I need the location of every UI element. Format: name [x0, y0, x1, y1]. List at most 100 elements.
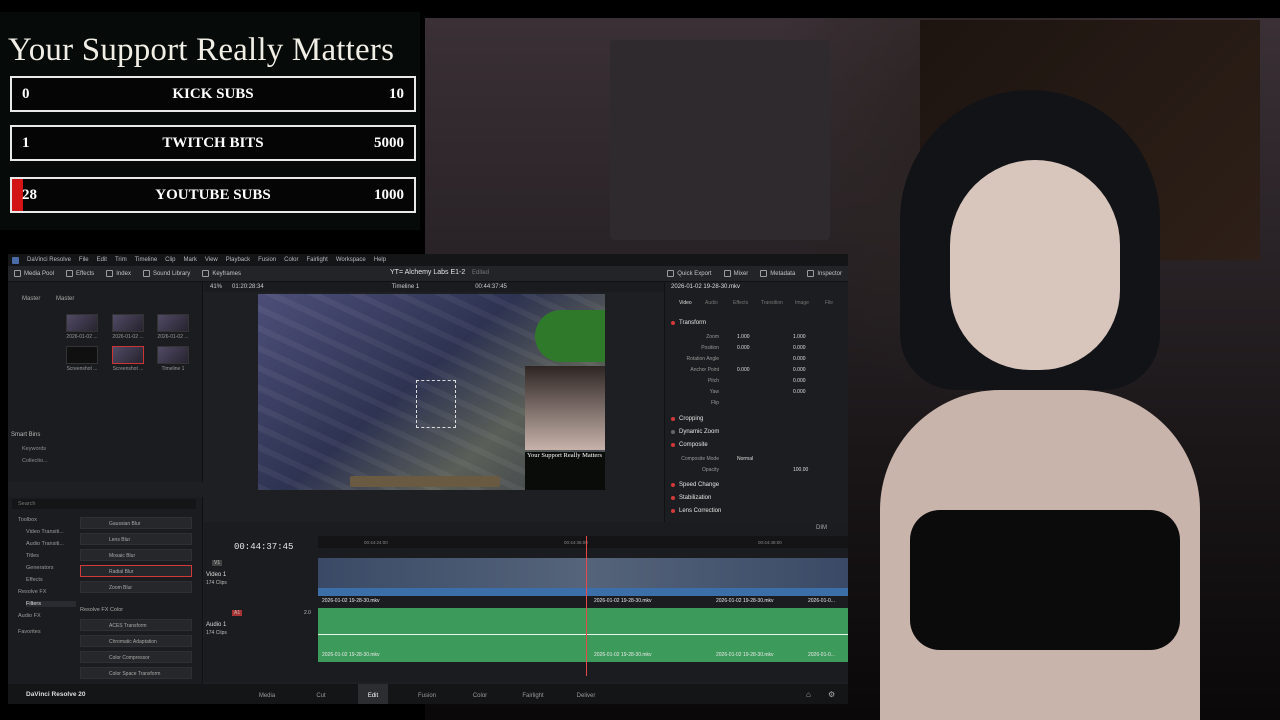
enable-dot[interactable] — [671, 417, 675, 421]
video-track-id[interactable]: V1 — [212, 560, 223, 566]
page-fairlight[interactable]: Fairlight — [518, 693, 548, 699]
app-icon[interactable] — [12, 256, 19, 264]
menu-help[interactable]: Help — [374, 257, 386, 263]
fx-item[interactable]: Color Space Transform — [80, 667, 192, 679]
param-value-x[interactable]: 1.000 — [737, 334, 750, 340]
smart-bin-collections[interactable]: Collectio... — [22, 458, 48, 464]
viewer-zoom[interactable]: 41% — [210, 284, 222, 290]
bin-master-tab[interactable]: Master — [22, 296, 40, 302]
fx-category[interactable]: Toolbox — [18, 517, 37, 523]
effects-button[interactable]: Effects — [60, 270, 100, 277]
menu-playback[interactable]: Playback — [226, 257, 250, 263]
fx-item[interactable]: Gaussian Blur — [80, 517, 192, 529]
page-edit[interactable]: Edit — [358, 684, 388, 704]
fx-category[interactable]: Resolve FX — [18, 589, 46, 595]
page-cut[interactable]: Cut — [306, 693, 336, 699]
param-value-y[interactable]: 0.000 — [793, 345, 806, 351]
video-track[interactable]: 2026-01-02 19-28-30.mkv 2026-01-02 19-28… — [318, 558, 848, 604]
fx-category-selected[interactable]: Filters — [26, 601, 76, 607]
fx-item[interactable]: Color Compressor — [80, 651, 192, 663]
bin-master-path[interactable]: Master — [56, 296, 74, 302]
menu-clip[interactable]: Clip — [165, 257, 175, 263]
enable-dot[interactable] — [671, 430, 675, 434]
menu-mark[interactable]: Mark — [184, 257, 197, 263]
fx-category[interactable]: Audio Transiti... — [26, 541, 64, 547]
section-speed-change[interactable]: Speed Change — [671, 482, 719, 488]
viewer-timeline-name[interactable]: Timeline 1 — [392, 284, 419, 290]
gear-icon[interactable]: ⚙ — [828, 690, 835, 699]
inspector-tab-file[interactable]: File — [825, 300, 833, 306]
smart-bin-keywords[interactable]: Keywords — [22, 446, 46, 452]
menu-fusion[interactable]: Fusion — [258, 257, 276, 263]
menu-color[interactable]: Color — [284, 257, 298, 263]
section-stabilization[interactable]: Stabilization — [671, 495, 711, 501]
inspector-tab-video[interactable]: Video — [679, 300, 692, 306]
inspector-tab-image[interactable]: Image — [795, 300, 809, 306]
metadata-button[interactable]: Metadata — [754, 270, 801, 277]
fx-item[interactable]: Zoom Blur — [80, 581, 192, 593]
section-cropping[interactable]: Cropping — [671, 416, 703, 422]
keyframes-button[interactable]: Keyframes — [196, 270, 247, 277]
param-value-y[interactable]: 0.000 — [793, 367, 806, 373]
menu-app[interactable]: DaVinci Resolve — [27, 257, 71, 263]
menu-edit[interactable]: Edit — [97, 257, 107, 263]
index-button[interactable]: Index — [100, 270, 137, 277]
param-value[interactable]: 0.000 — [793, 389, 806, 395]
menu-workspace[interactable]: Workspace — [336, 257, 366, 263]
timeline-ruler[interactable]: 00:44:24:00 00:44:36:00 00:44:48:00 — [318, 536, 848, 548]
enable-dot[interactable] — [671, 321, 675, 325]
effects-search-input[interactable]: Search — [12, 499, 196, 509]
enable-dot[interactable] — [671, 443, 675, 447]
audio-track-id[interactable]: A1 — [232, 610, 243, 616]
media-pool-button[interactable]: Media Pool — [8, 270, 60, 277]
param-value-x[interactable]: 0.000 — [737, 345, 750, 351]
page-color[interactable]: Color — [465, 693, 495, 699]
section-composite[interactable]: Composite — [671, 442, 708, 448]
menu-fairlight[interactable]: Fairlight — [306, 257, 327, 263]
inspector-tab-effects[interactable]: Effects — [733, 300, 748, 306]
timeline-thumb[interactable] — [157, 346, 189, 364]
menu-trim[interactable]: Trim — [115, 257, 127, 263]
enable-dot[interactable] — [671, 483, 675, 487]
fx-category[interactable]: Effects — [26, 577, 43, 583]
fx-category[interactable]: Generators — [26, 565, 54, 571]
transform-selection-box[interactable] — [416, 380, 456, 428]
fx-item[interactable]: Lens Blur — [80, 533, 192, 545]
fx-item[interactable]: ACES Transform — [80, 619, 192, 631]
media-clip-thumb[interactable] — [112, 314, 144, 332]
media-clip-thumb[interactable] — [66, 346, 98, 364]
video-track-name[interactable]: Video 1 — [206, 572, 226, 578]
fx-category[interactable]: Video Transiti... — [26, 529, 64, 535]
param-value-y[interactable]: 1.000 — [793, 334, 806, 340]
media-clip-thumb[interactable] — [112, 346, 144, 364]
enable-dot[interactable] — [671, 496, 675, 500]
section-lens-correction[interactable]: Lens Correction — [671, 508, 721, 514]
page-fusion[interactable]: Fusion — [412, 693, 442, 699]
home-icon[interactable]: ⌂ — [806, 690, 811, 699]
fx-category[interactable]: Audio FX — [18, 613, 41, 619]
opacity-value[interactable]: 100.00 — [793, 467, 808, 473]
sound-library-button[interactable]: Sound Library — [137, 270, 196, 277]
quick-export-button[interactable]: Quick Export — [661, 270, 717, 277]
mixer-button[interactable]: Mixer — [718, 270, 755, 277]
enable-dot[interactable] — [671, 509, 675, 513]
timeline-viewer[interactable]: Your Support Really Matters — [258, 294, 605, 490]
inspector-button[interactable]: Inspector — [801, 270, 848, 277]
menu-timeline[interactable]: Timeline — [135, 257, 157, 263]
section-dynamic-zoom[interactable]: Dynamic Zoom — [671, 429, 719, 435]
section-transform[interactable]: Transform — [671, 320, 706, 326]
page-media[interactable]: Media — [252, 693, 282, 699]
audio-track-name[interactable]: Audio 1 — [206, 622, 226, 628]
audio-track[interactable]: 2026-01-02 19-28-30.mkv 2026-01-02 19-28… — [318, 608, 848, 662]
inspector-tab-audio[interactable]: Audio — [705, 300, 718, 306]
playhead[interactable] — [586, 536, 587, 676]
fx-category[interactable]: Favorites — [18, 629, 41, 635]
composite-mode-select[interactable]: Normal — [737, 456, 753, 462]
param-value-x[interactable]: 0.000 — [737, 367, 750, 373]
media-clip-thumb[interactable] — [66, 314, 98, 332]
timeline-timecode[interactable]: 00:44:37:45 — [234, 542, 293, 552]
fx-item-selected[interactable]: Radial Blur — [80, 565, 192, 577]
fx-item[interactable]: Mosaic Blur — [80, 549, 192, 561]
page-deliver[interactable]: Deliver — [571, 693, 601, 699]
menu-file[interactable]: File — [79, 257, 89, 263]
